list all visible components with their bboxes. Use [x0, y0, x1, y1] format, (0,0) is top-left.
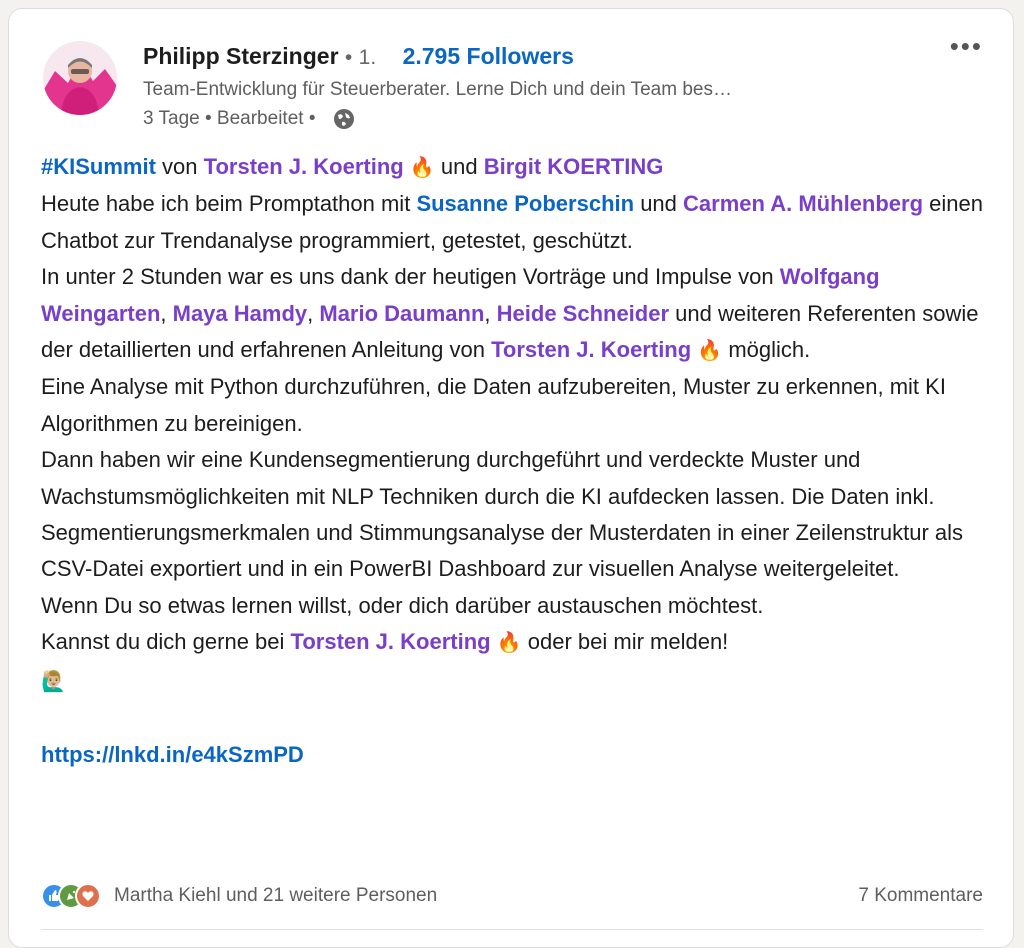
reaction-icons [41, 883, 101, 909]
post-time: 3 Tage [143, 108, 200, 129]
fire-emoji: 🔥 [409, 157, 435, 179]
text-segment: In unter 2 Stunden war es uns dank der h… [41, 264, 774, 290]
mention-heide-schneider[interactable]: Heide Schneider [497, 301, 669, 326]
reactions-summary[interactable]: Martha Kiehl und 21 weitere Personen [114, 885, 437, 907]
divider [41, 929, 983, 930]
mention-birgit-koerting[interactable]: Birgit KOERTING [484, 154, 664, 179]
raising-hand-emoji: 🙋🏼‍♂️ [41, 670, 66, 693]
text-segment: Eine Analyse mit Python durchzuführen, d… [41, 374, 946, 436]
connection-degree: 1. [358, 46, 377, 69]
post-link[interactable]: https://lnkd.in/e4kSzmPD [41, 742, 304, 767]
text-segment: Wenn Du so etwas lernen willst, oder dic… [41, 592, 764, 618]
text-segment: von [162, 154, 198, 179]
mention-susanne-poberschin[interactable]: Susanne Poberschin [416, 191, 634, 216]
mention-maya-hamdy[interactable]: Maya Hamdy [173, 301, 308, 326]
post-meta: 3 Tage • Bearbeitet • [143, 108, 355, 130]
reactions-bar[interactable]: Martha Kiehl und 21 weitere Personen [41, 883, 437, 909]
mention-mario-daumann[interactable]: Mario Daumann [319, 301, 484, 326]
more-options-icon[interactable]: ••• [950, 33, 983, 59]
author-headline[interactable]: Team-Entwicklung für Steuerberater. Lern… [143, 79, 732, 101]
fire-emoji: 🔥 [697, 340, 723, 363]
hashtag-kisummit[interactable]: #KISummit [41, 154, 156, 179]
meta-separator: • [204, 108, 212, 129]
post-card: Philipp Sterzinger • 1. 2.795 Followers … [8, 8, 1014, 948]
followers-count[interactable]: 2.795 Followers [403, 43, 574, 69]
text-segment: möglich. [728, 337, 811, 363]
love-icon [75, 883, 101, 909]
comments-count[interactable]: 7 Kommentare [858, 885, 983, 907]
mention-torsten-koerting[interactable]: Torsten J. Koerting [291, 629, 491, 654]
text-segment: oder bei mir melden! [527, 629, 729, 655]
text-segment: und [640, 191, 677, 217]
author-line: Philipp Sterzinger • 1. 2.795 Followers [143, 43, 574, 70]
avatar[interactable] [43, 41, 117, 115]
text-segment: Kannst du dich gerne bei [41, 629, 285, 655]
fire-emoji: 🔥 [496, 632, 522, 655]
text-segment: Heute habe ich beim Promptathon mit [41, 191, 411, 217]
text-segment: und [440, 154, 478, 179]
meta-separator: • [308, 108, 316, 129]
mention-carmen-muehlenberg[interactable]: Carmen A. Mühlenberg [683, 191, 923, 216]
mention-torsten-koerting[interactable]: Torsten J. Koerting [491, 337, 691, 362]
text-segment: Dann haben wir eine Kundensegmentierung … [41, 447, 964, 582]
edited-label: Bearbeitet [216, 108, 304, 129]
author-name[interactable]: Philipp Sterzinger [143, 43, 339, 69]
globe-icon [333, 108, 355, 130]
post-body: #KISummit von Torsten J. Koerting 🔥 und … [41, 154, 983, 767]
separator-dot: • [344, 46, 353, 69]
mention-torsten-koerting[interactable]: Torsten J. Koerting [204, 154, 404, 179]
